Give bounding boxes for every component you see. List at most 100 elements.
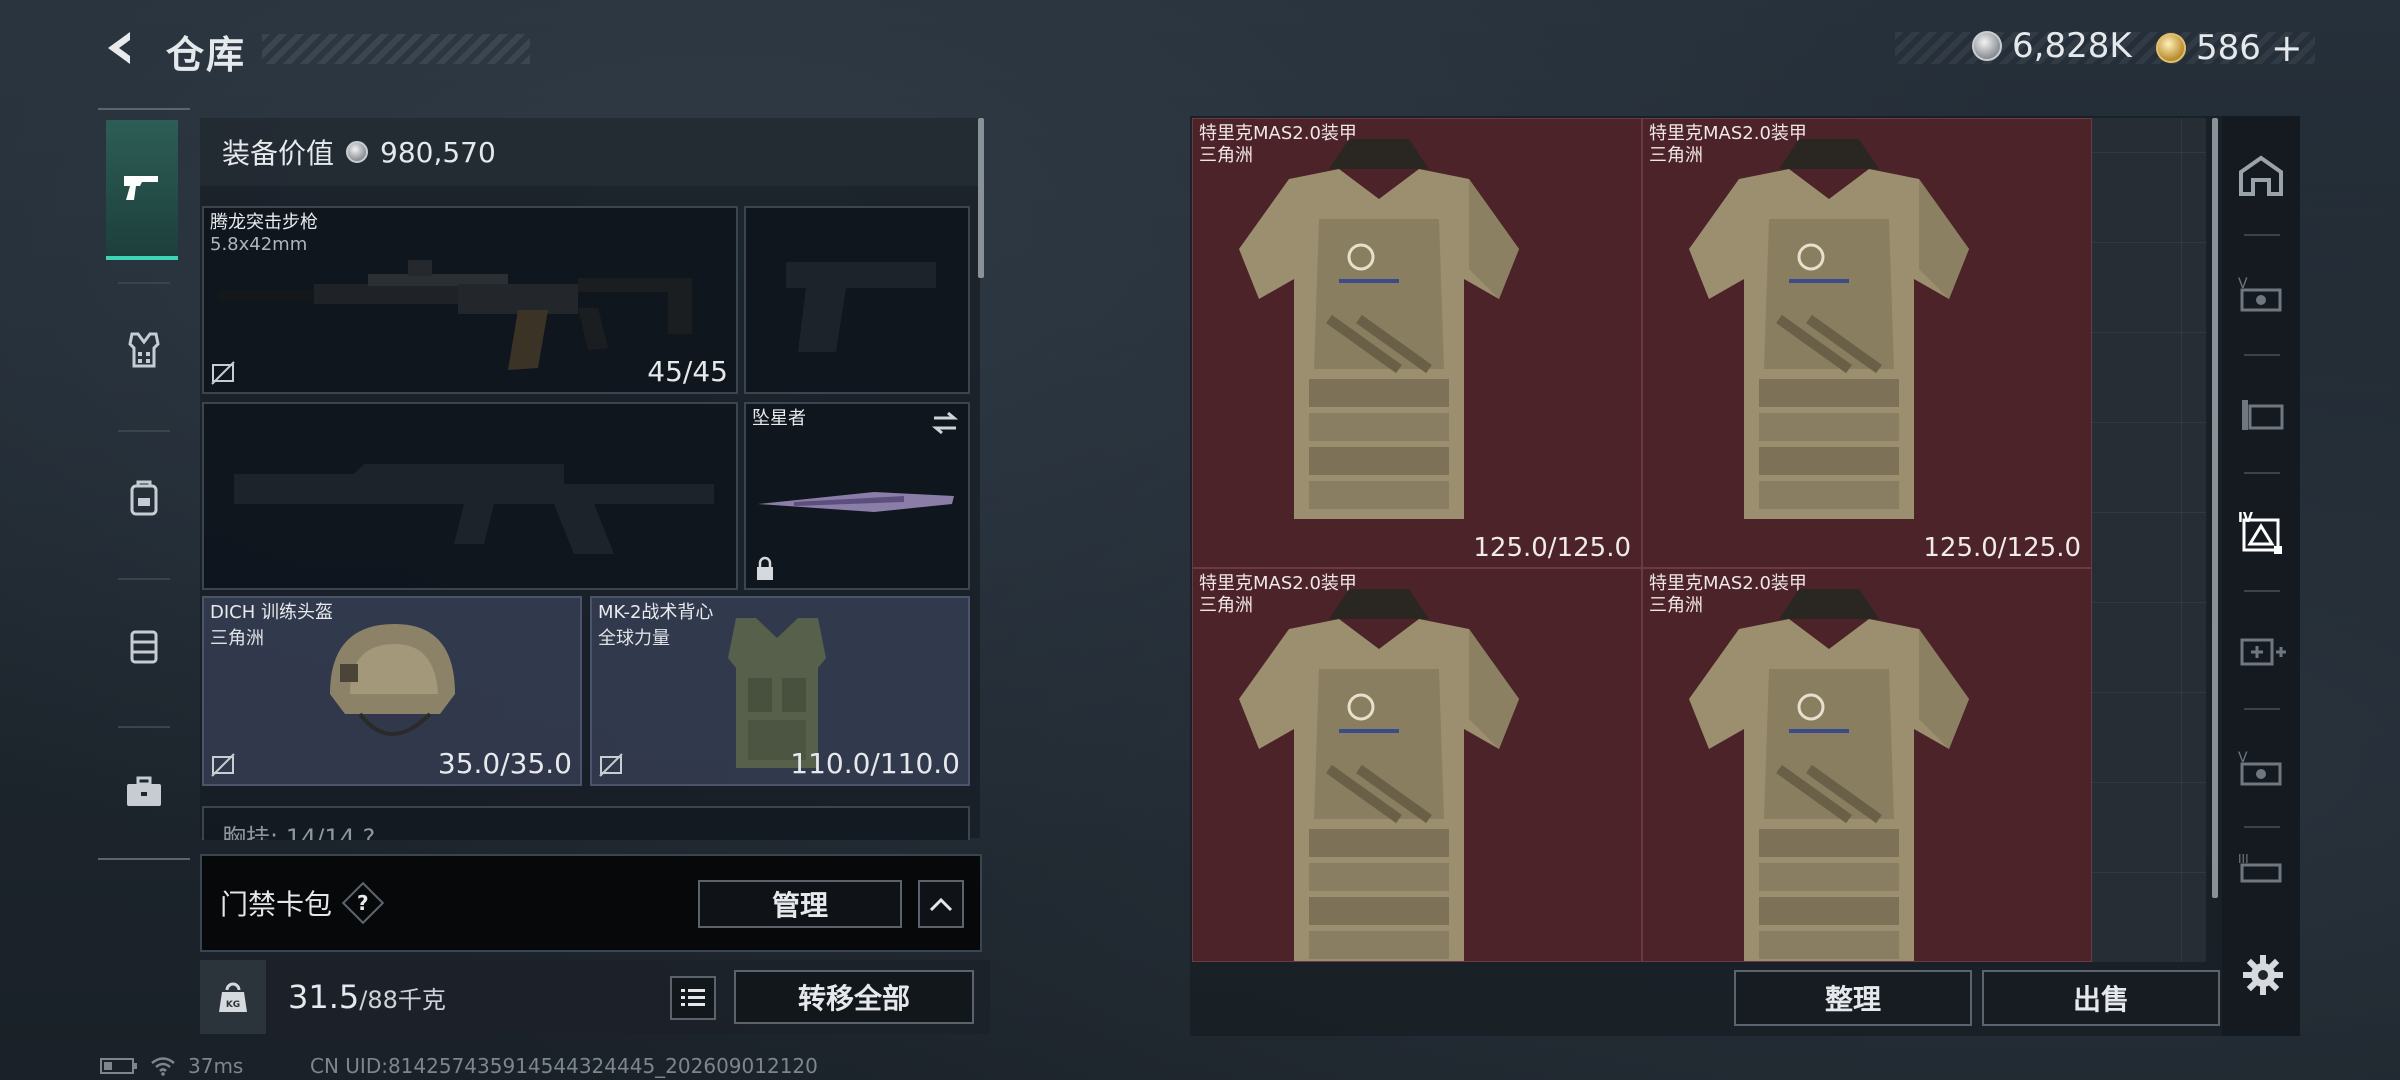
chevron-up-icon: [929, 897, 953, 912]
pistol-slot-empty[interactable]: [744, 206, 970, 394]
user-uid: CN UID:814257435914544324445_20260901212…: [310, 1054, 818, 1078]
weight-icon: KG: [200, 960, 266, 1034]
backpack-icon: [130, 480, 158, 516]
helmet-faction: 三角洲: [210, 628, 264, 649]
storage-item[interactable]: 特里克MAS2.0装甲 三角洲: [1192, 568, 1642, 962]
rail-tab-backpack[interactable]: [98, 428, 190, 568]
rail-tab-weapons[interactable]: [106, 120, 178, 260]
settings-button[interactable]: [2238, 950, 2288, 1000]
filter-v[interactable]: V: [2222, 234, 2300, 354]
filter-all[interactable]: [2222, 116, 2300, 236]
gold-currency-value: 586: [2196, 28, 2261, 68]
list-view-button[interactable]: [670, 976, 716, 1020]
swap-arrows-icon[interactable]: [930, 410, 960, 436]
chest-rig-icon: [130, 630, 158, 664]
storage-item[interactable]: 特里克MAS2.0装甲 三角洲 125.0/125.0: [1642, 118, 2092, 568]
back-arrow-icon: [108, 32, 130, 64]
chest-rig-label: 胸挂: 14/14 ?: [222, 824, 376, 840]
item-durability: 125.0/125.0: [1923, 533, 2081, 563]
status-bar: 37ms: [100, 1054, 243, 1078]
ammo-count: 45/45: [647, 355, 728, 388]
carry-weight: 31.5/88千克: [288, 978, 446, 1016]
equipment-scrollbar[interactable]: [978, 118, 984, 278]
chest-rig-row[interactable]: 胸挂: 14/14 ?: [202, 806, 970, 840]
item-durability: 125.0/125.0: [1473, 533, 1631, 563]
current-weight: 31.5: [288, 978, 360, 1016]
title-decoration: [262, 34, 530, 64]
medkit-icon: [2240, 638, 2286, 666]
filter-medical[interactable]: [2222, 590, 2300, 710]
manage-button[interactable]: 管理: [698, 880, 902, 928]
melee-name: 坠星者: [752, 408, 806, 429]
equipment-value: 980,570: [380, 135, 496, 169]
list-icon: [681, 989, 705, 1006]
equipment-value-label: 装备价值: [222, 137, 335, 170]
filter-weapons[interactable]: [2222, 354, 2300, 474]
max-weight: /88千克: [359, 986, 446, 1014]
gold-triangle-coin-icon: [2156, 33, 2186, 63]
category-rail: [98, 108, 190, 860]
helmet-slot[interactable]: DICH 训练头盔 三角洲 35.0/35.0: [202, 596, 582, 786]
help-icon[interactable]: ?: [341, 881, 385, 925]
help-icon-text: ?: [357, 890, 369, 915]
storage-item[interactable]: 特里克MAS2.0装甲 三角洲: [1642, 568, 2092, 962]
armor-name: MK-2战术背心: [598, 602, 714, 623]
battery-icon: [100, 1058, 137, 1074]
card-pack-title: 门禁卡包: [220, 888, 333, 921]
gear-icon: [2243, 955, 2283, 995]
helmet-name: DICH 训练头盔: [210, 602, 333, 623]
sell-button[interactable]: 出售: [1982, 970, 2220, 1026]
back-button[interactable]: [96, 24, 144, 72]
no-insurance-icon: [211, 753, 235, 777]
silver-coin-icon: [1972, 31, 2002, 61]
secondary-weapon-slot-empty[interactable]: [202, 402, 738, 590]
add-currency-icon[interactable]: +: [2271, 26, 2303, 70]
storage-grid: 特里克MAS2.0装甲 三角洲 125.0/125.0 特里克MAS2.0装甲 三角…: [1192, 118, 2206, 962]
primary-weapon-name: 腾龙突击步枪: [210, 212, 318, 233]
filter-armor-active[interactable]: IV: [2222, 472, 2300, 592]
no-insurance-icon: [599, 753, 623, 777]
armor-faction: 全球力量: [598, 628, 670, 649]
rifle-placeholder-icon: [234, 464, 714, 554]
armor-slot[interactable]: MK-2战术背心 全球力量 110.0/110.0: [590, 596, 970, 786]
ammo-box-icon: III: [2238, 852, 2282, 883]
silver-coin-icon: [346, 141, 369, 163]
weight-bar: KG 31.5/88千克 转移全部: [200, 960, 990, 1034]
gun-rack-icon: [2242, 400, 2284, 430]
storage-scrollbar[interactable]: [2212, 118, 2218, 898]
gold-currency[interactable]: 586 +: [2156, 26, 2303, 70]
tier-iv-armor-icon: IV: [2238, 511, 2282, 554]
filter-iii-ammo[interactable]: III: [2222, 824, 2300, 914]
storage-filter-column: V IV V III: [2222, 116, 2300, 1036]
helmet-durability: 35.0/35.0: [437, 747, 572, 780]
access-card-pack-bar: 门禁卡包 ? 管理: [200, 854, 982, 952]
primary-weapon-slot[interactable]: 腾龙突击步枪 5.8x42mm 45/45: [202, 206, 738, 394]
transfer-all-button[interactable]: 转移全部: [734, 970, 974, 1024]
briefcase-icon: [127, 776, 161, 806]
armor-durability: 110.0/110.0: [790, 747, 960, 780]
equipment-value-header: 装备价值 980,570: [200, 118, 980, 186]
lock-icon: [757, 556, 773, 580]
filter-v-valuables[interactable]: V: [2222, 708, 2300, 828]
helmet-image: [330, 624, 455, 736]
ping-value: 37ms: [188, 1054, 244, 1078]
sort-button[interactable]: 整理: [1734, 970, 1972, 1026]
rail-tab-chest-rig[interactable]: [98, 576, 190, 716]
collapse-button[interactable]: [918, 880, 964, 928]
melee-slot[interactable]: 坠星者: [744, 402, 970, 590]
gun-icon: [124, 176, 158, 200]
pistol-placeholder-icon: [786, 262, 936, 352]
kettlebell-label: KG: [226, 1000, 240, 1010]
wifi-icon: [151, 1057, 175, 1076]
knife-image: [758, 492, 954, 512]
rail-tab-armor[interactable]: [98, 280, 190, 420]
rail-tab-case[interactable]: [98, 722, 190, 862]
warehouse-icon: [2239, 155, 2283, 196]
tier-v-case-icon: V: [2238, 276, 2282, 312]
no-insurance-icon: [211, 361, 235, 385]
tier-v-valuables-icon: V: [2238, 750, 2282, 786]
armor-vest-icon: [128, 332, 160, 368]
kettlebell-icon: KG: [219, 982, 247, 1012]
silver-currency-value: 6,828K: [2012, 26, 2132, 66]
storage-item[interactable]: 特里克MAS2.0装甲 三角洲 125.0/125.0: [1192, 118, 1642, 568]
